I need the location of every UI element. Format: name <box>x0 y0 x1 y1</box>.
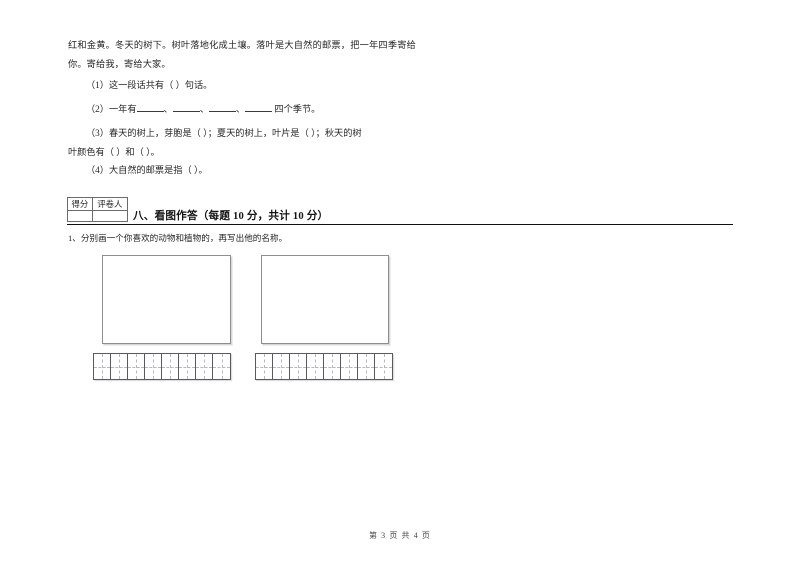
grid-cell[interactable] <box>307 354 324 379</box>
question-4-text: 大自然的邮票是指（ ）。 <box>108 165 208 175</box>
grid-cell[interactable] <box>273 354 290 379</box>
grid-cell[interactable] <box>162 354 179 379</box>
question-4-number: （4） <box>86 165 109 175</box>
grid-cell[interactable] <box>375 354 392 379</box>
grid-cell[interactable] <box>179 354 196 379</box>
section-title: 八、看图作答（每题 10 分，共计 10 分） <box>133 211 329 222</box>
season-blank-3[interactable] <box>208 102 236 112</box>
page-footer: 第 3 页 共 4 页 <box>368 531 432 540</box>
question-1-text: 这一段话共有（ ）句话。 <box>108 80 213 90</box>
grader-value-cell[interactable] <box>91 210 129 222</box>
score-box-value-row <box>67 210 129 222</box>
score-box: 得分 评卷人 <box>67 197 129 222</box>
season-blank-1[interactable] <box>136 102 164 112</box>
season-blank-2[interactable] <box>172 102 200 112</box>
task-number: 1、 <box>68 233 81 243</box>
exam-page: 红和金黄。冬天的树下。树叶落地化成土壤。落叶是大自然的邮票，把一年四季寄给你。寄… <box>0 0 800 565</box>
question-1-number: （1） <box>86 80 109 90</box>
grid-cell[interactable] <box>94 354 111 379</box>
question-2: （2）一年有、、、 四个季节。 <box>68 100 420 119</box>
grid-cell[interactable] <box>196 354 213 379</box>
task-instruction: 1、分别画一个你喜欢的动物和植物的，再写出他的名称。 <box>68 231 287 246</box>
grader-label: 评卷人 <box>91 197 129 211</box>
grid-cell[interactable] <box>256 354 273 379</box>
grid-cell[interactable] <box>358 354 375 379</box>
grid-cell[interactable] <box>324 354 341 379</box>
score-label: 得分 <box>67 197 93 211</box>
question-3-line-2: 叶颜色有（ ）和（ ）。 <box>68 147 160 157</box>
question-2-number: （2） <box>86 104 109 114</box>
grid-cell[interactable] <box>111 354 128 379</box>
question-3-number: （3） <box>86 128 109 138</box>
reading-passage-text: 红和金黄。冬天的树下。树叶落地化成土壤。落叶是大自然的邮票，把一年四季寄给你。寄… <box>68 40 416 69</box>
score-value-cell[interactable] <box>67 210 93 222</box>
grid-cell[interactable] <box>145 354 162 379</box>
question-3-text-line1: 春天的树上，芽胞是（ ）；夏天的树上，叶片是（ ）；秋天的树 <box>108 128 362 138</box>
score-box-header-row: 得分 评卷人 <box>67 197 129 211</box>
grid-cell[interactable] <box>213 354 230 379</box>
section-divider <box>67 224 733 225</box>
question-3-line-1: （3）春天的树上，芽胞是（ ）；夏天的树上，叶片是（ ）；秋天的树 <box>68 124 418 143</box>
question-2-text-before: 一年有 <box>108 104 137 114</box>
season-blank-4[interactable] <box>245 102 273 112</box>
plant-drawing-area[interactable] <box>261 255 389 344</box>
animal-drawing-area[interactable] <box>102 255 231 344</box>
question-1: （1）这一段话共有（ ）句话。 <box>68 76 420 95</box>
animal-name-grid[interactable] <box>93 353 231 380</box>
question-3: （3）春天的树上，芽胞是（ ）；夏天的树上，叶片是（ ）；秋天的树 叶颜色有（ … <box>68 124 418 162</box>
task-text: 分别画一个你喜欢的动物和植物的，再写出他的名称。 <box>80 233 288 243</box>
grid-cell[interactable] <box>290 354 307 379</box>
plant-name-grid[interactable] <box>255 353 393 380</box>
grid-cell[interactable] <box>341 354 358 379</box>
question-4: （4）大自然的邮票是指（ ）。 <box>68 161 420 180</box>
grid-cell[interactable] <box>128 354 145 379</box>
question-2-text-after: 四个季节。 <box>274 104 321 114</box>
